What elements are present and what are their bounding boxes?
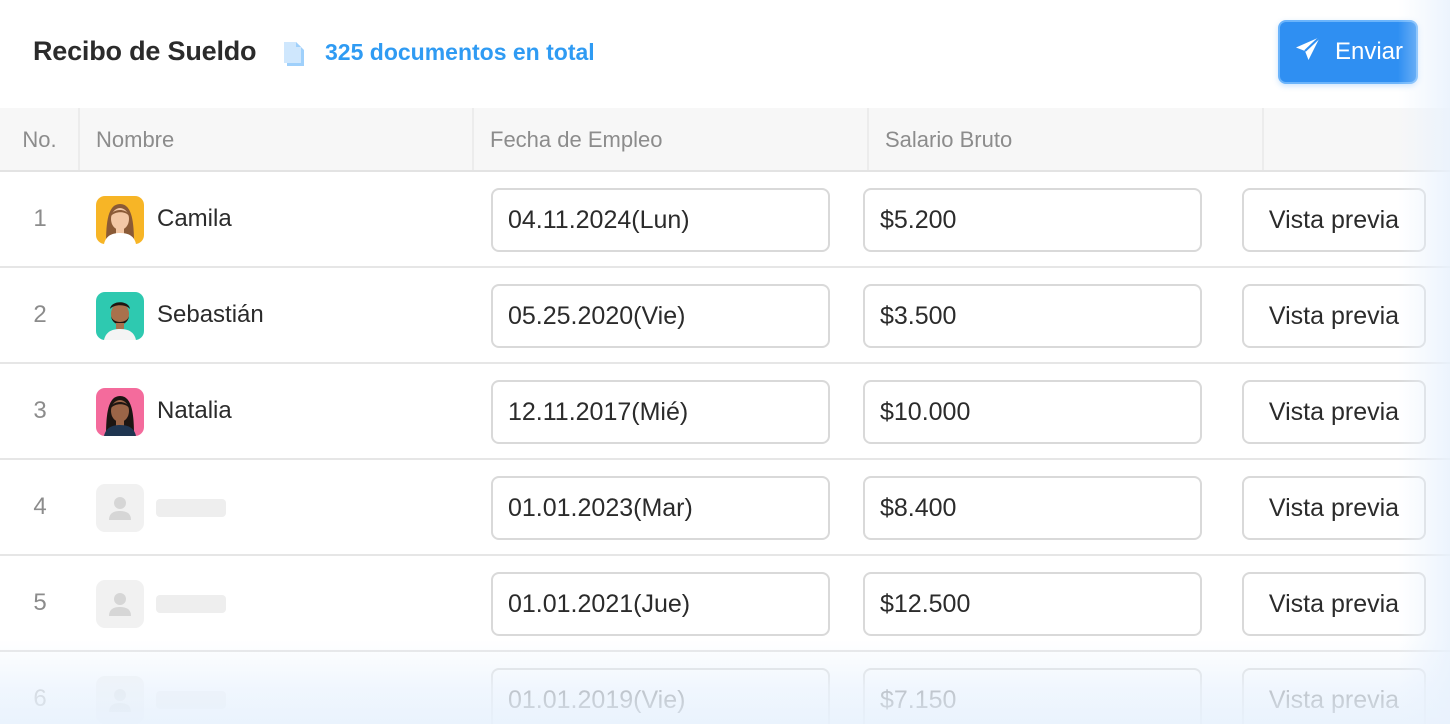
send-button[interactable]: Enviar	[1278, 20, 1418, 84]
column-header-date: Fecha de Empleo	[490, 127, 663, 152]
table-row: 6 01.01.2019(Vie) $7.150 Vista previa	[0, 652, 1450, 724]
table-body: 1 Camila 04.11.2024(Lun) $5.200 Vista pr…	[0, 172, 1450, 724]
document-stack-icon	[281, 38, 311, 68]
table-row: 2 Sebastián 05.25.2020(Vie) $3.500 Vista…	[0, 268, 1450, 364]
row-number: 5	[33, 589, 47, 616]
employment-date-field[interactable]: 12.11.2017(Mié)	[491, 380, 830, 444]
avatar	[96, 196, 144, 244]
preview-button[interactable]: Vista previa	[1242, 380, 1426, 444]
employee-name: Sebastián	[157, 301, 264, 328]
gross-salary-field[interactable]: $5.200	[863, 188, 1202, 252]
page-title: Recibo de Sueldo	[33, 36, 257, 66]
gross-salary-field[interactable]: $7.150	[863, 668, 1202, 724]
preview-button[interactable]: Vista previa	[1242, 572, 1426, 636]
employee-name: Camila	[157, 205, 232, 232]
gross-salary-field[interactable]: $10.000	[863, 380, 1202, 444]
column-header-no: No.	[22, 127, 57, 152]
employment-date-field[interactable]: 01.01.2023(Mar)	[491, 476, 830, 540]
avatar-placeholder-icon	[96, 676, 144, 724]
send-button-label: Enviar	[1334, 38, 1404, 65]
gross-salary-field[interactable]: $12.500	[863, 572, 1202, 636]
table-row: 1 Camila 04.11.2024(Lun) $5.200 Vista pr…	[0, 172, 1450, 268]
avatar	[96, 388, 144, 436]
preview-button[interactable]: Vista previa	[1242, 476, 1426, 540]
employment-date-field[interactable]: 04.11.2024(Lun)	[491, 188, 830, 252]
table-row: 5 01.01.2021(Jue) $12.500 Vista previa	[0, 556, 1450, 652]
header: Recibo de Sueldo 325 documentos en total…	[0, 0, 1450, 108]
preview-button[interactable]: Vista previa	[1242, 668, 1426, 724]
name-skeleton	[156, 595, 226, 613]
document-count: 325 documentos en total	[325, 39, 595, 65]
gross-salary-field[interactable]: $8.400	[863, 476, 1202, 540]
name-skeleton	[156, 691, 226, 709]
payslip-app: Recibo de Sueldo 325 documentos en total…	[0, 0, 1450, 724]
employee-name: Natalia	[157, 397, 232, 424]
name-skeleton	[156, 499, 226, 517]
table-row: 4 01.01.2023(Mar) $8.400 Vista previa	[0, 460, 1450, 556]
row-number: 3	[33, 397, 47, 424]
gross-salary-field[interactable]: $3.500	[863, 284, 1202, 348]
column-header-name: Nombre	[96, 127, 175, 152]
row-number: 1	[33, 205, 47, 232]
avatar	[96, 292, 144, 340]
row-number: 6	[33, 685, 47, 712]
employment-date-field[interactable]: 01.01.2021(Jue)	[491, 572, 830, 636]
preview-button[interactable]: Vista previa	[1242, 188, 1426, 252]
row-number: 2	[33, 301, 47, 328]
employment-date-field[interactable]: 01.01.2019(Vie)	[491, 668, 830, 724]
table-header: No. Nombre Fecha de Empleo Salario Bruto	[0, 108, 1450, 172]
column-header-action	[1264, 108, 1450, 172]
avatar-placeholder-icon	[96, 484, 144, 532]
preview-button[interactable]: Vista previa	[1242, 284, 1426, 348]
employment-date-field[interactable]: 05.25.2020(Vie)	[491, 284, 830, 348]
paper-plane-icon	[1293, 34, 1323, 71]
column-header-salary: Salario Bruto	[885, 127, 1013, 152]
row-number: 4	[33, 493, 47, 520]
table-row: 3 Natalia 12.11.2017(Mié) $10.000 Vista …	[0, 364, 1450, 460]
avatar-placeholder-icon	[96, 580, 144, 628]
